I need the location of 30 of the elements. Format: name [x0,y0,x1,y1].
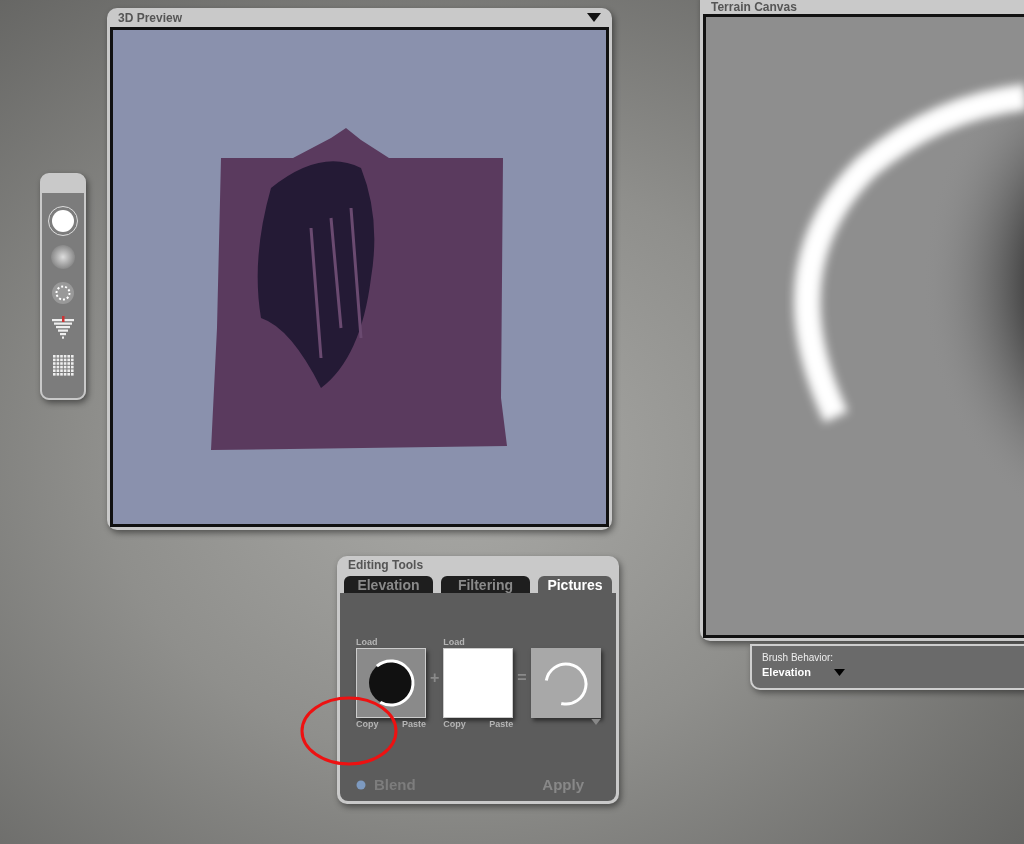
tab[interactable]: Elevation [344,576,433,593]
copy-link[interactable]: Copy [443,719,466,729]
window-title: Editing Tools [348,558,424,572]
load-link[interactable]: Load [356,637,426,647]
solid-circle-icon [51,209,75,233]
ring-picture [357,649,425,717]
brush-behavior-dropdown[interactable]: Elevation [762,666,1024,678]
tab[interactable]: Pictures [538,576,612,593]
brush-tool-button[interactable] [49,279,77,307]
result-picture [530,648,601,718]
paste-link[interactable]: Paste [489,719,514,729]
levels-icon [51,316,75,342]
copy-link[interactable]: Copy [356,719,379,729]
load-link[interactable]: Load [443,637,514,647]
brush-tool-button[interactable] [49,207,77,235]
plus-sign: + [430,669,440,687]
grid-icon [52,354,74,376]
brush-tool-button[interactable] [49,243,77,271]
dropdown-arrow-icon[interactable] [587,13,601,22]
dotted-ring-icon [51,281,75,305]
radio-dot-icon [356,779,366,790]
paste-link[interactable]: Paste [401,719,426,729]
window-title: Terrain Canvas [711,0,797,14]
equals-sign: = [517,669,527,687]
tab[interactable]: Filtering [441,576,530,593]
window-title: 3D Preview [118,10,183,25]
caret-icon [832,668,846,676]
blank-picture [444,649,513,717]
sphere-icon [50,244,76,270]
brush-behavior-label: Brush Behavior: [762,652,835,663]
